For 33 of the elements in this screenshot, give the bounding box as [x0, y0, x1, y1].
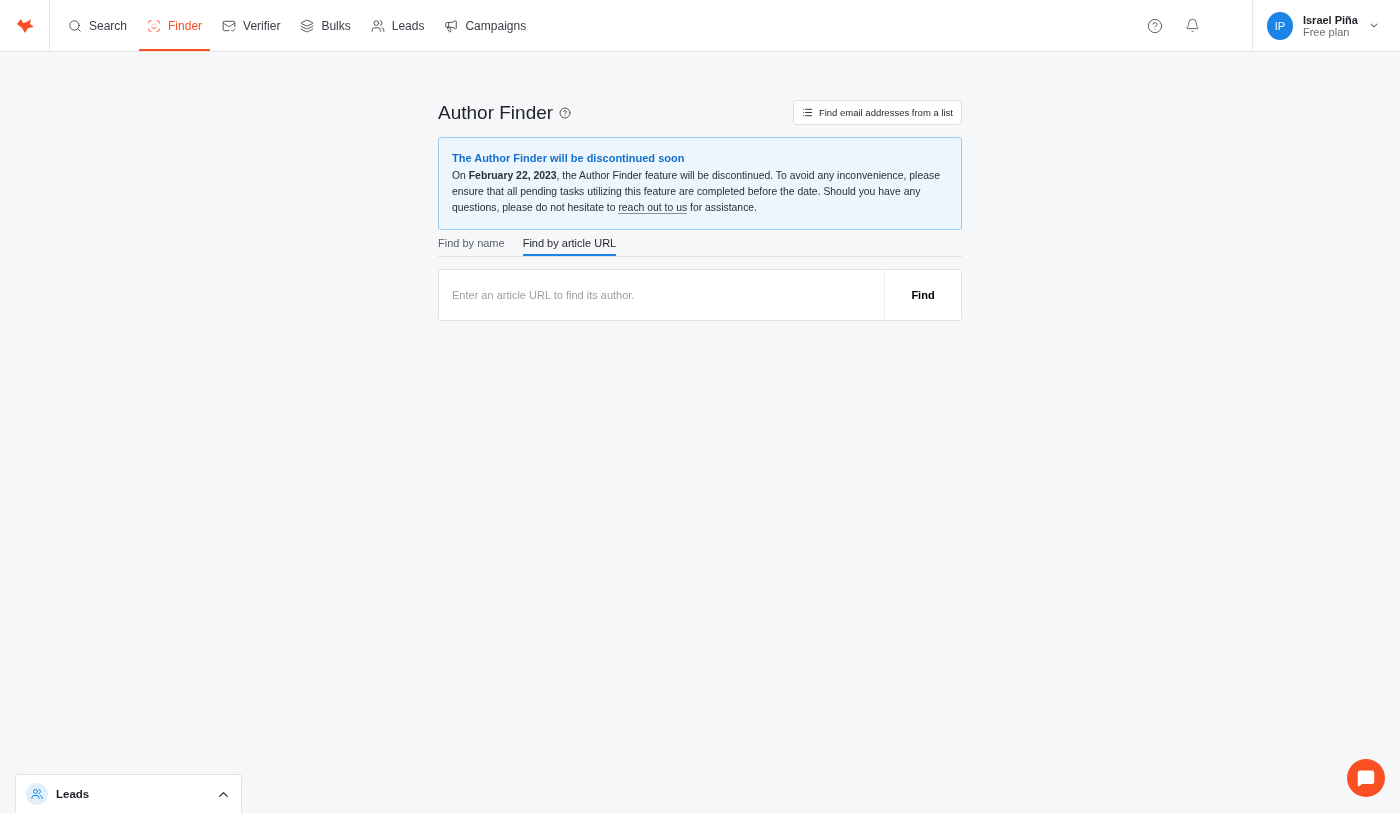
user-plan: Free plan: [1302, 25, 1351, 38]
search-mode-tab[interactable]: Find by name: [438, 237, 505, 256]
leads-widget[interactable]: Leads: [15, 774, 242, 813]
face-scan-icon: [147, 18, 162, 33]
chat-icon: [1357, 769, 1375, 787]
nav-tab[interactable]: Campaigns: [436, 0, 535, 51]
search-mode-tab[interactable]: Find by article URL: [522, 237, 617, 256]
nav-tab[interactable]: Search: [60, 0, 136, 51]
bell-icon[interactable]: [1185, 18, 1200, 33]
nav-tab[interactable]: Leads: [362, 0, 433, 51]
notice-title: The Author Finder will be discontinued soon: [452, 152, 686, 164]
megaphone-icon: [444, 18, 459, 33]
chat-button[interactable]: [1347, 759, 1385, 797]
contact-link[interactable]: reach out to us: [618, 202, 688, 214]
search-icon: [68, 18, 82, 33]
nav-tab[interactable]: Bulks: [292, 0, 359, 51]
url-input-field[interactable]: Enter an article URL to find its author. Find: [438, 269, 962, 321]
user-name: Israel Piña: [1302, 13, 1358, 26]
layers-icon: [300, 18, 315, 33]
mail-check-icon: [222, 18, 237, 33]
page-title: Author Finder: [438, 101, 554, 124]
list-icon: [801, 107, 813, 118]
help-icon[interactable]: [1147, 17, 1163, 34]
user-avatar[interactable]: IP: [1267, 11, 1293, 40]
fox-logo-icon[interactable]: [14, 17, 35, 34]
help-icon[interactable]: [559, 106, 572, 119]
users-icon: [26, 783, 48, 805]
widget-label: Leads: [56, 788, 91, 800]
notice-text: On February 22, 2023, the Author Finder feature will be discontinued. To avoid any inconvenience, please ensure that all pending tasks utilizing this feature are completed before the date. Should you have any questions, please do not hesitate to reach out to us for assistance.: [452, 169, 941, 216]
find-button[interactable]: Find: [884, 270, 961, 320]
users-icon: [370, 18, 385, 33]
list-button[interactable]: Find email addresses from a list: [792, 100, 962, 125]
nav-tab[interactable]: Verifier: [214, 0, 289, 51]
